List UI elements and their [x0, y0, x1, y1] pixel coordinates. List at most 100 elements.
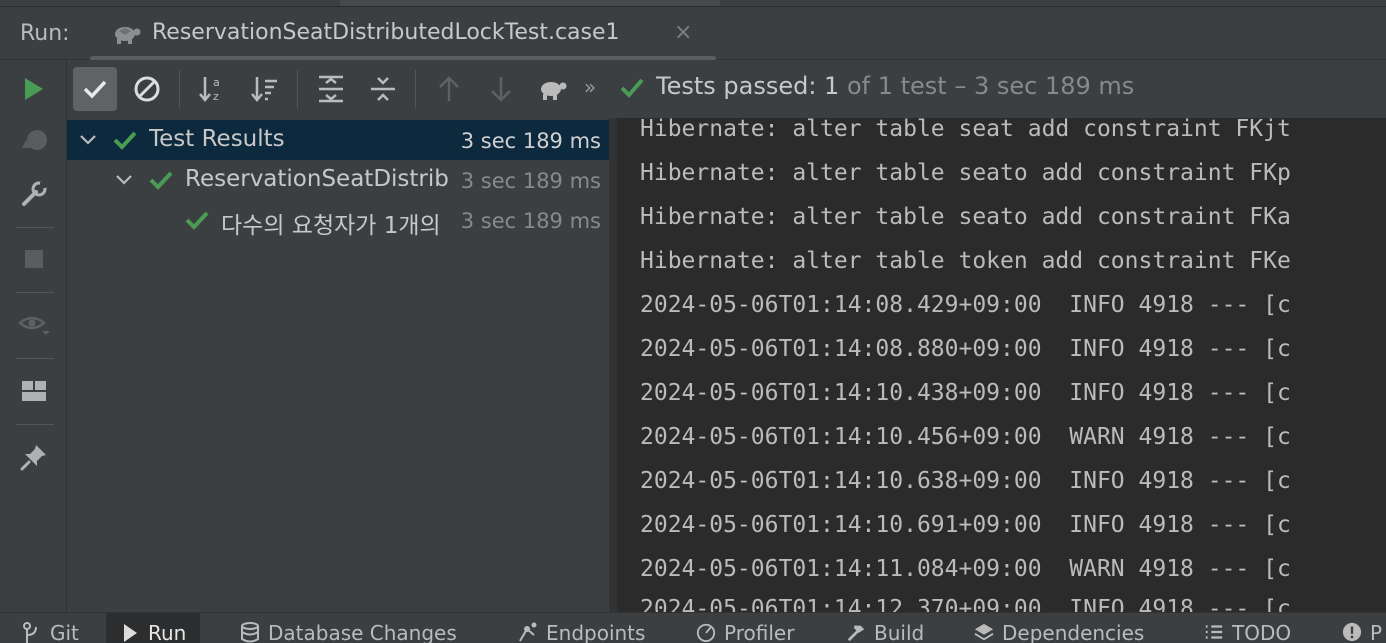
top-edge-strip [0, 0, 1386, 7]
layers-icon [974, 623, 994, 641]
run-label: Run: [20, 21, 70, 46]
run-config-tab[interactable]: ReservationSeatDistributedLockTest.case1… [90, 7, 716, 61]
tree-item-duration: 3 sec 189 ms [460, 209, 601, 233]
previous-failed-button[interactable] [427, 67, 471, 111]
git-branch-icon [23, 622, 37, 643]
toolbar-separator [179, 70, 180, 108]
rerun-button[interactable] [13, 68, 55, 110]
rerun-failed-button[interactable] [13, 120, 55, 162]
console-line: 2024-05-06T01:14:10.638+09:00 INFO 4918 … [640, 468, 1291, 494]
endpoints-icon [519, 622, 537, 642]
slow-tests-button[interactable] [531, 67, 575, 111]
sort-by-duration-button[interactable] [243, 67, 287, 111]
tool-window-label: Build [874, 621, 925, 643]
rail-separator [16, 358, 54, 359]
settings-button[interactable] [13, 173, 55, 215]
layout-icon [22, 381, 46, 401]
sort-alpha-icon: a z [199, 76, 220, 103]
console-line: 2024-05-06T01:14:10.438+09:00 INFO 4918 … [640, 380, 1291, 406]
console-line: 2024-05-06T01:14:08.880+09:00 INFO 4918 … [640, 336, 1291, 362]
tree-item-label: ReservationSeatDistrib [185, 166, 449, 192]
toolbar-separator [415, 70, 416, 108]
next-failed-button[interactable] [479, 67, 523, 111]
console-line: Hibernate: alter table token add constra… [640, 248, 1291, 274]
pin-icon [20, 445, 46, 471]
tool-window-label: Dependencies [1002, 621, 1145, 643]
tool-window-label: Profiler [724, 621, 795, 643]
show-passed-toggle[interactable] [73, 67, 117, 111]
tool-window-label: Git [50, 621, 79, 643]
eye-icon [18, 316, 50, 335]
tool-window-endpoints[interactable]: Endpoints [518, 621, 645, 643]
svg-text:a: a [213, 76, 220, 89]
tool-window-todo[interactable]: TODO [1204, 621, 1291, 643]
rail-separator [16, 292, 54, 293]
tool-window-dependencies[interactable]: Dependencies [974, 621, 1144, 643]
chevron-down-icon[interactable] [77, 129, 99, 151]
layout-button[interactable] [13, 370, 55, 412]
show-ignored-toggle[interactable] [125, 67, 169, 111]
tool-window-label: Endpoints [546, 621, 646, 643]
console-output[interactable]: Hibernate: alter table seat add constrai… [617, 118, 1386, 612]
sort-duration-icon [251, 77, 277, 102]
turtle-icon [115, 27, 141, 44]
expand-all-button[interactable] [309, 67, 353, 111]
tree-item-duration: 3 sec 189 ms [460, 169, 601, 193]
rerun-failed-icon [22, 130, 47, 150]
test-status-summary: Tests passed: 1 of 1 test – 3 sec 189 ms [656, 72, 1134, 100]
chevron-down-icon[interactable] [113, 169, 135, 191]
panel-splitter[interactable] [609, 118, 617, 612]
tool-window-label: TODO [1232, 621, 1292, 643]
pin-tab-button[interactable] [13, 436, 55, 478]
tool-window-bar: Git Run Database Changes Endpoints Profi… [0, 612, 1386, 643]
tool-window-run[interactable]: Run [106, 613, 201, 643]
checkmark-icon [83, 80, 107, 99]
expand-all-icon [319, 75, 343, 103]
rail-separator [16, 227, 54, 228]
passed-check-icon [113, 131, 137, 150]
toggle-view-button[interactable] [13, 304, 55, 346]
tool-window-git[interactable]: Git [22, 621, 79, 643]
console-line: 2024-05-06T01:14:08.429+09:00 INFO 4918 … [640, 292, 1291, 318]
close-tab-icon[interactable]: × [674, 20, 692, 45]
toolbar-separator [297, 70, 298, 108]
sort-alphabetically-button[interactable]: a z [191, 67, 235, 111]
console-line: Hibernate: alter table seato add constra… [640, 204, 1291, 230]
turtle-icon [541, 82, 567, 100]
tree-item-test-class[interactable]: ReservationSeatDistrib 3 sec 189 ms [67, 160, 609, 200]
stop-button[interactable] [13, 238, 55, 280]
console-line: Hibernate: alter table seat add constrai… [640, 118, 1291, 142]
play-icon [25, 78, 43, 100]
tree-item-test-results[interactable]: Test Results 3 sec 189 ms [67, 120, 609, 160]
run-tool-window-header: Run: ReservationSeatDistributedLockTest.… [0, 7, 1386, 61]
run-tab-title: ReservationSeatDistributedLockTest.case1 [152, 20, 620, 45]
collapse-all-icon [371, 77, 395, 101]
passed-check-icon [185, 211, 209, 230]
more-actions-chevron[interactable]: » [584, 75, 596, 99]
tool-window-profiler[interactable]: Profiler [696, 621, 794, 643]
tests-duration-text: of 1 test – 3 sec 189 ms [839, 72, 1135, 100]
test-runner-toolbar: a z » Tests passed: 1 of 1 test – 3 sec … [67, 60, 1386, 119]
tree-item-test-method[interactable]: 다수의 요청자가 1개의 3 sec 189 ms [67, 200, 609, 240]
test-results-tree: Test Results 3 sec 189 ms ReservationSea… [67, 118, 609, 612]
tests-passed-text: Tests passed: 1 [656, 72, 840, 100]
editor-tab-remnant [340, 0, 720, 6]
tree-item-duration: 3 sec 189 ms [460, 129, 601, 153]
stop-icon [25, 250, 43, 268]
tool-window-problems[interactable]: P [1342, 621, 1382, 643]
test-passed-check-icon [620, 78, 644, 98]
tool-window-label: Database Changes [268, 621, 457, 643]
tool-window-database-changes[interactable]: Database Changes [240, 621, 457, 643]
tool-window-build[interactable]: Build [846, 621, 924, 643]
console-line: 2024-05-06T01:14:10.456+09:00 WARN 4918 … [640, 424, 1291, 450]
passed-check-icon [149, 171, 173, 190]
wrench-icon [22, 181, 47, 206]
arrow-up-icon [439, 76, 459, 101]
play-icon [124, 624, 137, 642]
arrow-down-icon [491, 77, 511, 102]
tool-window-label: Run [148, 621, 187, 643]
problems-icon [1342, 622, 1362, 642]
collapse-all-button[interactable] [361, 67, 405, 111]
ignored-icon [134, 76, 160, 102]
list-icon [1205, 625, 1223, 639]
